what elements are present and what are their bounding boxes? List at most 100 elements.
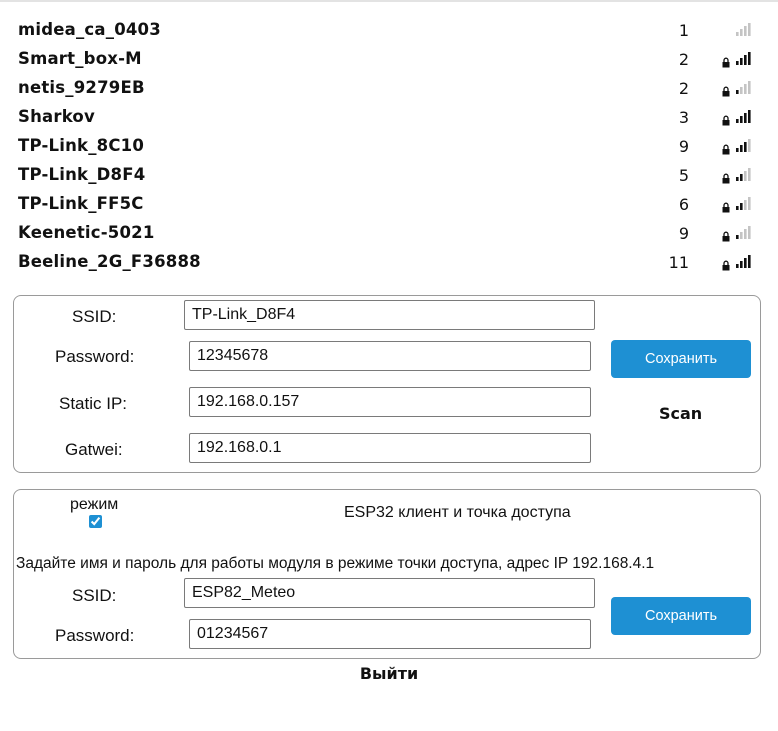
network-channel: 1 [678,21,689,40]
signal-bar [736,32,739,36]
wifi-settings-form: SSID: Password: Static IP: Gatwei: Сохра… [13,295,761,473]
network-channel: 11 [668,253,689,272]
network-ssid: Sharkov [18,107,95,126]
signal-bar [748,52,751,65]
password-label: Password: [55,347,135,366]
signal-strength-icon [736,139,751,152]
gateway-label: Gatwei: [65,440,123,459]
network-row[interactable]: Sharkov 3 [18,103,763,132]
signal-bar [736,206,739,210]
network-channel: 5 [678,166,689,185]
ssid-input[interactable] [184,300,595,330]
network-channel: 2 [678,79,689,98]
signal-bar [740,116,743,123]
network-row[interactable]: TP-Link_8C10 9 [18,132,763,161]
network-ssid: Keenetic-5021 [18,223,155,242]
network-row[interactable]: midea_ca_0403 1 [18,16,763,45]
signal-bar [744,113,747,123]
signal-bar [748,226,751,239]
signal-bar [748,197,751,210]
signal-bar [744,142,747,152]
signal-bar [736,177,739,181]
signal-bar [748,110,751,123]
gateway-input[interactable] [189,433,591,463]
lock-icon [722,231,730,242]
signal-bar [744,55,747,65]
static-ip-input[interactable] [189,387,591,417]
signal-bar [736,235,739,239]
lock-icon [722,115,730,126]
signal-bar [740,29,743,36]
mode-title: ESP32 клиент и точка доступа [344,504,571,521]
ssid-label: SSID: [72,307,117,326]
signal-strength-icon [736,226,751,239]
network-channel: 2 [678,50,689,69]
signal-bar [744,200,747,210]
network-row[interactable]: Smart_box-M 2 [18,45,763,74]
signal-bar [736,119,739,123]
access-point-form: режим ESP32 клиент и точка доступа Задай… [13,489,761,659]
ap-ssid-input[interactable] [184,578,595,608]
signal-bar [748,255,751,268]
signal-bar [744,26,747,36]
signal-bar [748,168,751,181]
lock-icon [722,173,730,184]
scan-button[interactable]: Scan [659,404,702,423]
network-channel: 6 [678,195,689,214]
ap-password-input[interactable] [189,619,591,649]
ap-ssid-label: SSID: [72,586,117,605]
signal-bar [740,261,743,268]
signal-bar [740,87,743,94]
network-row[interactable]: Beeline_2G_F36888 11 [18,248,763,277]
signal-bar [736,148,739,152]
network-channel: 9 [678,224,689,243]
signal-strength-icon [736,23,751,36]
network-row[interactable]: TP-Link_D8F4 5 [18,161,763,190]
signal-bar [736,264,739,268]
signal-bar [740,232,743,239]
mode-checkbox[interactable] [89,515,102,528]
signal-bar [740,203,743,210]
signal-bar [736,90,739,94]
network-channel: 3 [678,108,689,127]
network-list: midea_ca_0403 1 Smart_box-M 2 netis_9279EB 2 S… [18,16,763,277]
lock-icon [722,144,730,155]
lock-icon [722,202,730,213]
network-ssid: Smart_box-M [18,49,142,68]
save-ap-button[interactable]: Сохранить [611,597,751,635]
signal-bar [740,174,743,181]
static-ip-label: Static IP: [59,394,128,413]
access-point-hint: Задайте имя и пароль для работы модуля в… [16,555,655,572]
ap-password-label: Password: [55,626,135,645]
signal-bar [736,61,739,65]
signal-strength-icon [736,110,751,123]
signal-bar [744,229,747,239]
network-ssid: TP-Link_8C10 [18,136,144,155]
lock-icon [722,86,730,97]
signal-bar [744,84,747,94]
signal-bar [740,58,743,65]
network-ssid: TP-Link_FF5C [18,194,144,213]
network-ssid: TP-Link_D8F4 [18,165,146,184]
signal-bar [744,171,747,181]
logout-link[interactable]: Выйти [0,664,778,683]
network-row[interactable]: Keenetic-5021 9 [18,219,763,248]
lock-icon [722,260,730,271]
signal-bar [748,81,751,94]
signal-bar [748,139,751,152]
save-wifi-button[interactable]: Сохранить [611,340,751,378]
network-ssid: Beeline_2G_F36888 [18,252,201,271]
network-ssid: netis_9279EB [18,78,145,97]
signal-strength-icon [736,168,751,181]
network-ssid: midea_ca_0403 [18,20,161,39]
lock-icon [722,57,730,68]
signal-strength-icon [736,197,751,210]
password-input[interactable] [189,341,591,371]
signal-bar [744,258,747,268]
network-row[interactable]: netis_9279EB 2 [18,74,763,103]
top-border [0,0,778,2]
signal-strength-icon [736,81,751,94]
signal-strength-icon [736,255,751,268]
signal-bar [748,23,751,36]
network-row[interactable]: TP-Link_FF5C 6 [18,190,763,219]
